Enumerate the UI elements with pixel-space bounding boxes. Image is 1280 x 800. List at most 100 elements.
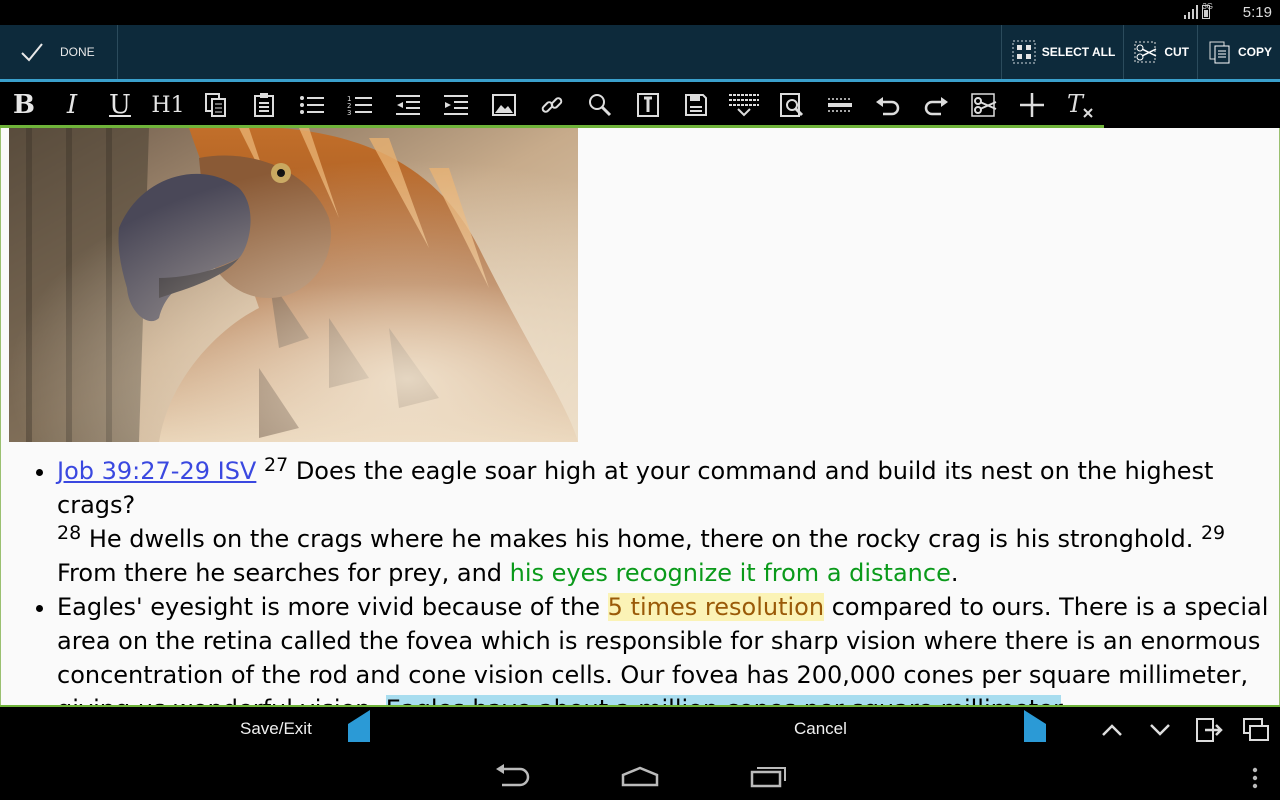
keyboard-icon: [729, 94, 759, 117]
copy-icon: [1209, 41, 1230, 64]
list-item: Job 39:27-29 ISV 27 Does the eagle soar …: [57, 454, 1271, 590]
add-button[interactable]: [1014, 88, 1050, 122]
cancel-button[interactable]: Cancel: [794, 719, 847, 739]
indent-button[interactable]: [438, 88, 474, 122]
insert-link-button[interactable]: [534, 88, 570, 122]
battery-icon: [1202, 5, 1210, 19]
outdent-icon: [396, 95, 420, 115]
verse-end: .: [950, 559, 959, 587]
scripture-link[interactable]: Job 39:27-29 ISV: [57, 457, 256, 485]
done-button[interactable]: DONE: [0, 25, 118, 79]
paragraph-end: .: [1061, 695, 1069, 705]
clear-format-button[interactable]: T: [1062, 88, 1098, 122]
paragraph-text: Eagles' eyesight is more vivid because o…: [57, 593, 608, 621]
horizontal-rule-button[interactable]: [822, 88, 858, 122]
select-all-button[interactable]: SELECT ALL: [1000, 25, 1124, 79]
search-button[interactable]: [582, 88, 618, 122]
selection-start-handle[interactable]: [348, 710, 370, 742]
home-icon[interactable]: [620, 763, 660, 789]
recent-apps-icon[interactable]: [750, 763, 788, 789]
svg-text:3: 3: [347, 109, 351, 116]
verse-number: 27: [264, 454, 289, 476]
list-item: Eagles' eyesight is more vivid because o…: [57, 590, 1271, 705]
editor-content[interactable]: Job 39:27-29 ISV 27 Does the eagle soar …: [1, 454, 1271, 705]
bold-label: B: [13, 90, 35, 120]
keyboard-button[interactable]: [726, 88, 762, 122]
edit-bar: Save/Exit Cancel: [0, 705, 1280, 753]
indent-icon: [444, 95, 468, 115]
overflow-menu-icon[interactable]: [1250, 767, 1260, 791]
verse-text: He dwells on the crags where he makes hi…: [81, 525, 1201, 553]
copy-icon: [205, 93, 226, 117]
signal-icon: [1184, 5, 1198, 19]
action-bar: DONE SELECT ALL CUT COPY: [0, 25, 1280, 82]
export-button[interactable]: [1194, 715, 1224, 745]
verse-text: From there he searches for prey, and: [57, 559, 510, 587]
search-icon: [589, 94, 612, 117]
italic-button[interactable]: I: [54, 88, 90, 122]
numbered-list-button[interactable]: 123: [342, 88, 378, 122]
cut-icon: [1134, 41, 1157, 63]
system-nav-bar: [0, 753, 1280, 800]
redo-icon: [924, 97, 948, 116]
underline-button[interactable]: U: [102, 88, 138, 122]
find-replace-button[interactable]: [774, 88, 810, 122]
cut-label: CUT: [1164, 45, 1189, 59]
selected-text[interactable]: Eagles have about a million cones per sq…: [385, 695, 1061, 705]
scroll-up-button[interactable]: [1097, 715, 1127, 745]
scroll-down-button[interactable]: [1145, 715, 1175, 745]
clear-format-icon: T: [1067, 90, 1093, 118]
export-icon: [1196, 718, 1223, 742]
text-cursor-icon: [637, 93, 659, 117]
heading-button[interactable]: H1: [150, 88, 186, 122]
save-exit-button[interactable]: Save/Exit: [240, 719, 312, 739]
copy-format-button[interactable]: [198, 88, 234, 122]
windows-button[interactable]: [1241, 715, 1271, 745]
heading-label: H1: [151, 92, 185, 118]
text-cursor-button[interactable]: [630, 88, 666, 122]
svg-text:T: T: [1067, 90, 1085, 118]
outdent-button[interactable]: [390, 88, 426, 122]
verse-number: 28: [57, 522, 82, 544]
image-icon: [492, 94, 516, 116]
verse-number: 29: [1200, 522, 1226, 544]
insert-image-button[interactable]: [486, 88, 522, 122]
cut-button[interactable]: CUT: [1123, 25, 1197, 79]
paste-button[interactable]: [246, 88, 282, 122]
copy-button[interactable]: COPY: [1196, 25, 1280, 79]
bullet-list: Job 39:27-29 ISV 27 Does the eagle soar …: [1, 454, 1271, 705]
bullet-list-icon: [300, 96, 324, 114]
link-icon: [541, 97, 563, 113]
done-label: DONE: [60, 45, 95, 59]
chevron-down-icon: [1150, 724, 1170, 736]
bold-button[interactable]: B: [6, 88, 42, 122]
green-text: his eyes recognize it from a distance: [509, 559, 951, 587]
undo-button[interactable]: [870, 88, 906, 122]
chevron-up-icon: [1102, 724, 1122, 736]
back-icon[interactable]: [494, 763, 530, 789]
format-toolbar: B I U H1 123 T: [0, 82, 1280, 128]
redo-button[interactable]: [918, 88, 954, 122]
selection-end-handle[interactable]: [1024, 710, 1046, 742]
status-bar: 3G 5:19: [0, 0, 1280, 25]
select-all-label: SELECT ALL: [1041, 45, 1116, 59]
copy-label: COPY: [1237, 45, 1272, 59]
paste-icon: [254, 93, 274, 117]
rich-text-editor[interactable]: Job 39:27-29 ISV 27 Does the eagle soar …: [0, 128, 1280, 705]
undo-icon: [876, 97, 900, 116]
check-icon: [21, 43, 43, 62]
cut-text-icon: [971, 93, 997, 117]
underline-label: U: [109, 90, 131, 120]
save-icon: [685, 94, 707, 116]
select-all-icon: [1012, 40, 1036, 64]
save-button[interactable]: [678, 88, 714, 122]
windows-icon: [1243, 718, 1269, 741]
cut-text-button[interactable]: [966, 88, 1002, 122]
bullet-list-button[interactable]: [294, 88, 330, 122]
clock: 5:19: [1242, 4, 1272, 21]
find-replace-icon: [780, 93, 804, 117]
add-icon: [1020, 93, 1044, 117]
yellow-highlight-text: 5 times resolution: [607, 593, 825, 621]
horizontal-rule-icon: [828, 98, 852, 112]
eagle-image[interactable]: [9, 128, 578, 442]
